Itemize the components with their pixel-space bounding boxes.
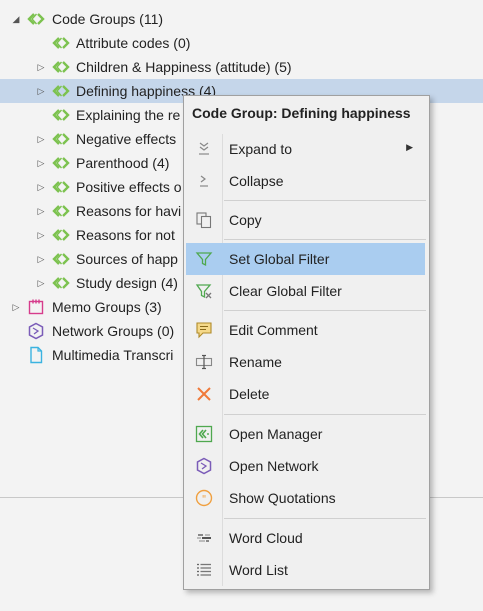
menu-item-clear-global-filter[interactable]: Clear Global Filter xyxy=(186,275,425,307)
code-group-icon xyxy=(52,109,70,121)
tree-label: Children & Happiness (attitude) (5) xyxy=(76,59,292,75)
collapsed-arrow-icon[interactable]: ▷ xyxy=(36,62,46,72)
menu-item-label: Expand to xyxy=(229,141,293,157)
menu-item-word-list[interactable]: Word List xyxy=(186,554,425,586)
menu-item-label: Word List xyxy=(229,562,288,578)
word-cloud-icon xyxy=(197,534,211,542)
menu-item-copy[interactable]: Copy xyxy=(186,204,425,236)
code-group-icon xyxy=(52,253,70,265)
code-group-icon xyxy=(52,133,70,145)
network-icon xyxy=(196,457,212,475)
code-group-icon xyxy=(52,157,70,169)
menu-item-expand-to[interactable]: Expand to ▶ xyxy=(186,133,425,165)
comment-icon xyxy=(196,322,212,339)
collapsed-arrow-icon[interactable]: ▷ xyxy=(36,158,46,168)
tree-label: Multimedia Transcri xyxy=(52,347,174,363)
menu-separator xyxy=(224,414,426,415)
code-group-icon xyxy=(52,181,70,193)
collapsed-arrow-icon[interactable]: ▷ xyxy=(36,182,46,192)
memo-group-icon xyxy=(28,299,44,315)
code-group-icon xyxy=(52,85,70,97)
code-group-icon xyxy=(52,205,70,217)
context-menu: Code Group: Defining happiness Expand to… xyxy=(183,95,430,590)
menu-item-label: Open Network xyxy=(229,458,319,474)
menu-item-label: Collapse xyxy=(229,173,284,189)
collapsed-arrow-icon[interactable]: ▷ xyxy=(36,134,46,144)
collapsed-arrow-icon[interactable]: ▷ xyxy=(36,86,46,96)
copy-icon xyxy=(196,212,212,229)
quotation-icon: " xyxy=(195,489,213,507)
network-group-icon xyxy=(28,322,44,340)
context-menu-title: Code Group: Defining happiness xyxy=(192,105,411,121)
manager-icon xyxy=(195,425,213,443)
menu-item-label: Open Manager xyxy=(229,426,323,442)
tree-node-code-groups[interactable]: ◢ Code Groups (11) xyxy=(0,7,483,31)
rename-icon xyxy=(195,354,213,370)
tree-label: Parenthood (4) xyxy=(76,155,170,171)
menu-separator xyxy=(224,200,426,201)
menu-item-label: Set Global Filter xyxy=(229,251,330,267)
tree-label: Study design (4) xyxy=(76,275,178,291)
tree-node-children-happiness[interactable]: ▷ Children & Happiness (attitude) (5) xyxy=(0,55,483,79)
tree-label: Explaining the re xyxy=(76,107,181,123)
collapsed-arrow-icon[interactable]: ▷ xyxy=(11,302,21,312)
tree-label: Memo Groups (3) xyxy=(52,299,162,315)
menu-separator xyxy=(224,310,426,311)
code-group-icon xyxy=(52,277,70,289)
submenu-arrow-icon: ▶ xyxy=(406,142,413,152)
menu-item-label: Edit Comment xyxy=(229,322,318,338)
collapsed-arrow-icon[interactable]: ▷ xyxy=(36,206,46,216)
code-group-icon xyxy=(52,61,70,73)
collapse-icon xyxy=(200,175,208,187)
filter-icon xyxy=(195,252,213,267)
tree-label: Negative effects xyxy=(76,131,177,147)
menu-item-delete[interactable]: Delete xyxy=(186,378,425,410)
menu-item-label: Delete xyxy=(229,386,270,402)
menu-item-label: Show Quotations xyxy=(229,490,336,506)
code-group-icon xyxy=(52,37,70,49)
code-group-icon xyxy=(52,229,70,241)
tree-label: Attribute codes (0) xyxy=(76,35,191,51)
menu-separator xyxy=(224,518,426,519)
expand-icon xyxy=(199,142,209,155)
code-group-icon xyxy=(27,13,45,25)
menu-item-set-global-filter[interactable]: Set Global Filter xyxy=(186,243,425,275)
tree-label: Code Groups (11) xyxy=(52,11,164,27)
menu-item-rename[interactable]: Rename xyxy=(186,346,425,378)
menu-item-label: Rename xyxy=(229,354,282,370)
tree-label: Reasons for havi xyxy=(76,203,182,219)
menu-item-collapse[interactable]: Collapse xyxy=(186,165,425,197)
tree-node-attribute-codes[interactable]: Attribute codes (0) xyxy=(0,31,483,55)
tree-label: Sources of happ xyxy=(76,251,178,267)
menu-item-open-manager[interactable]: Open Manager xyxy=(186,418,425,450)
word-list-icon xyxy=(197,563,211,576)
document-icon xyxy=(30,346,43,364)
menu-item-label: Copy xyxy=(229,212,262,228)
menu-item-edit-comment[interactable]: Edit Comment xyxy=(186,314,425,346)
collapsed-arrow-icon[interactable]: ▷ xyxy=(36,278,46,288)
delete-icon xyxy=(197,387,211,401)
collapsed-arrow-icon[interactable]: ▷ xyxy=(36,230,46,240)
svg-text:": " xyxy=(202,494,207,505)
menu-item-open-network[interactable]: Open Network xyxy=(186,450,425,482)
tree-label: Network Groups (0) xyxy=(52,323,175,339)
expanded-arrow-icon[interactable]: ◢ xyxy=(11,14,21,24)
tree-label: Positive effects o xyxy=(76,179,182,195)
menu-separator xyxy=(224,239,426,240)
menu-item-label: Clear Global Filter xyxy=(229,283,342,299)
collapsed-arrow-icon[interactable]: ▷ xyxy=(36,254,46,264)
clear-filter-icon xyxy=(195,284,212,299)
menu-item-show-quotations[interactable]: " Show Quotations xyxy=(186,482,425,514)
menu-item-word-cloud[interactable]: Word Cloud xyxy=(186,522,425,554)
menu-item-label: Word Cloud xyxy=(229,530,303,546)
tree-label: Reasons for not xyxy=(76,227,175,243)
